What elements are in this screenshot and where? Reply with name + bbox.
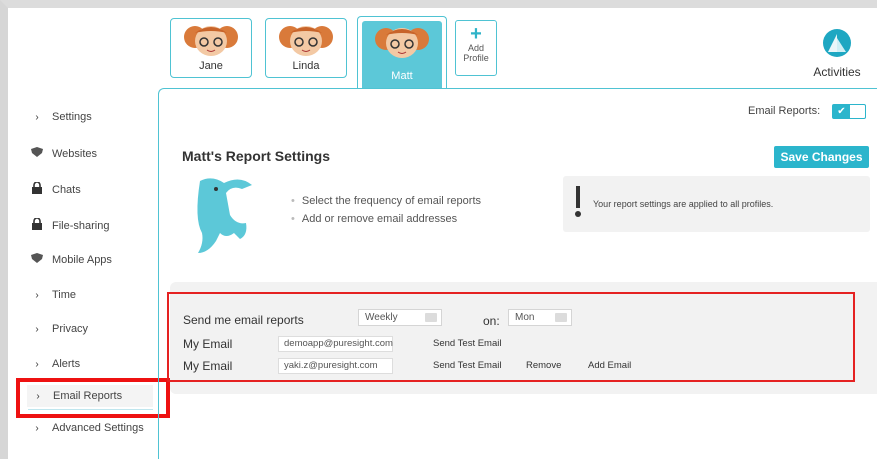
add-profile-button[interactable]: + Add Profile bbox=[455, 20, 497, 76]
sidebar-item-label: Privacy bbox=[52, 323, 89, 335]
frequency-value: Weekly bbox=[365, 312, 398, 323]
check-icon: ✔ bbox=[833, 105, 850, 118]
kid-avatar-icon bbox=[184, 26, 238, 56]
send-reports-label: Send me email reports bbox=[183, 313, 304, 327]
sidebar-item-label: Advanced Settings bbox=[52, 422, 144, 434]
day-select[interactable]: Mon bbox=[508, 309, 572, 326]
bullet-text: Add or remove email addresses bbox=[301, 213, 458, 225]
send-test-email-button[interactable]: Send Test Email bbox=[433, 338, 501, 349]
profile-name: Linda bbox=[292, 60, 320, 72]
add-email-button[interactable]: Add Email bbox=[588, 360, 631, 371]
frequency-select[interactable]: Weekly bbox=[358, 309, 442, 326]
day-value: Mon bbox=[515, 312, 535, 323]
add-profile-label-2: Profile bbox=[463, 53, 489, 63]
sidebar-item-file-sharing[interactable]: File-sharing bbox=[30, 217, 110, 233]
form-highlight-frame bbox=[167, 292, 855, 382]
bullet-addresses: • Add or remove email addresses bbox=[291, 213, 458, 225]
save-changes-button[interactable]: Save Changes bbox=[774, 146, 869, 168]
email-field[interactable]: yaki.z@puresight.com bbox=[278, 358, 393, 374]
chevron-right-icon: › bbox=[35, 289, 39, 301]
activities-label: Activities bbox=[813, 65, 861, 79]
my-email-label: My Email bbox=[183, 337, 233, 351]
email-reports-toggle-label: Email Reports: bbox=[748, 105, 821, 117]
activities-icon bbox=[823, 29, 851, 57]
sidebar-item-advanced-settings[interactable]: › Advanced Settings bbox=[30, 422, 144, 434]
bullet-frequency: • Select the frequency of email reports bbox=[291, 195, 482, 207]
chevron-right-icon: › bbox=[35, 323, 39, 335]
exclamation-icon bbox=[575, 186, 581, 217]
lock-icon bbox=[30, 217, 44, 233]
sidebar-item-chats[interactable]: Chats bbox=[30, 181, 81, 197]
email-reports-toggle[interactable]: ✔ bbox=[832, 104, 866, 119]
sidebar-item-alerts[interactable]: › Alerts bbox=[30, 358, 80, 370]
notice-text: Your report settings are applied to all … bbox=[593, 199, 774, 209]
dolphin-mascot-icon bbox=[197, 178, 252, 253]
lock-icon bbox=[30, 181, 44, 197]
sidebar-item-settings[interactable]: › Settings bbox=[30, 111, 92, 123]
sidebar-item-time[interactable]: › Time bbox=[30, 289, 76, 301]
profile-tab-matt[interactable]: Matt bbox=[357, 16, 447, 88]
remove-email-button[interactable]: Remove bbox=[526, 360, 561, 371]
sidebar-item-privacy[interactable]: › Privacy bbox=[30, 323, 88, 335]
page-title: Matt's Report Settings bbox=[182, 148, 331, 164]
profile-name: Matt bbox=[391, 70, 413, 82]
profile-tab-linda[interactable]: Linda bbox=[265, 18, 347, 78]
dropdown-arrow-icon bbox=[425, 313, 437, 322]
chevron-right-icon: › bbox=[35, 422, 39, 434]
profile-name: Jane bbox=[199, 60, 223, 72]
kid-avatar-icon bbox=[279, 26, 333, 56]
shield-icon bbox=[30, 253, 44, 266]
main-panel bbox=[158, 88, 877, 459]
info-notice: Your report settings are applied to all … bbox=[563, 176, 870, 232]
kid-avatar-icon bbox=[375, 28, 429, 58]
sidebar-item-label: Alerts bbox=[52, 358, 81, 370]
profile-tab-jane[interactable]: Jane bbox=[170, 18, 252, 78]
sidebar-item-label: Time bbox=[52, 289, 77, 301]
sidebar-item-label: Chats bbox=[52, 183, 81, 196]
email-field[interactable]: demoapp@puresight.com bbox=[278, 336, 393, 352]
sidebar-item-label: Mobile Apps bbox=[52, 253, 112, 266]
activities-button[interactable]: Activities bbox=[807, 28, 867, 79]
sidebar-item-label: File-sharing bbox=[52, 219, 110, 232]
my-email-label: My Email bbox=[183, 359, 233, 373]
bullet-text: Select the frequency of email reports bbox=[301, 195, 482, 207]
chevron-right-icon: › bbox=[35, 358, 39, 370]
on-label: on: bbox=[483, 314, 500, 328]
sidebar-item-label: Websites bbox=[52, 147, 98, 160]
add-profile-label-1: Add bbox=[467, 43, 484, 53]
sidebar-item-websites[interactable]: Websites bbox=[30, 147, 97, 160]
send-test-email-button[interactable]: Send Test Email bbox=[433, 360, 501, 371]
plus-icon: + bbox=[470, 23, 482, 45]
shield-icon bbox=[30, 147, 44, 160]
sidebar-item-label: Settings bbox=[52, 111, 92, 123]
chevron-right-icon: › bbox=[35, 111, 39, 123]
sidebar-item-mobile-apps[interactable]: Mobile Apps bbox=[30, 253, 112, 266]
sidebar-highlight-frame bbox=[16, 378, 170, 418]
dropdown-arrow-icon bbox=[555, 313, 567, 322]
